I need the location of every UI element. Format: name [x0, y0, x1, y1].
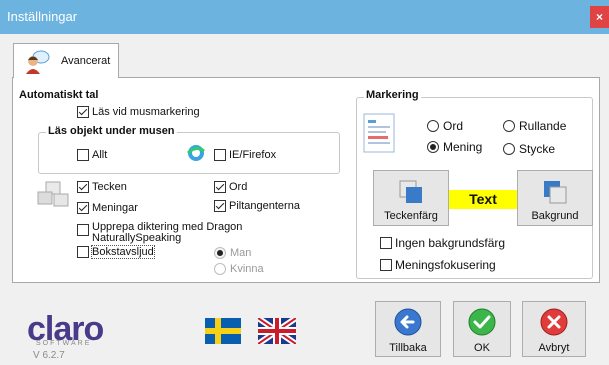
check-icon [468, 308, 496, 336]
text-color-icon [399, 180, 422, 203]
checkbox-box [214, 200, 226, 212]
checkbox-box [77, 224, 89, 236]
markering-ord-radio[interactable]: Ord [427, 119, 463, 133]
button-label: OK [474, 342, 490, 354]
background-color-icon [544, 181, 567, 204]
checkbox-label: IE/Firefox [229, 149, 277, 161]
stycke-radio[interactable]: Stycke [503, 142, 555, 156]
checkbox-box [214, 181, 226, 193]
radio-label: Rullande [519, 119, 567, 133]
bakgrund-button[interactable]: Bakgrund [517, 170, 593, 226]
objekt-group-title: Läs objekt under musen [46, 125, 177, 137]
radio-circle [427, 120, 439, 132]
radio-label: Stycke [519, 142, 556, 156]
tillbaka-button[interactable]: Tillbaka [375, 301, 441, 357]
kvinna-radio[interactable]: Kvinna [214, 263, 264, 275]
radio-label: Mening [443, 140, 483, 154]
radio-circle [503, 120, 515, 132]
window-title: Inställningar [7, 9, 78, 24]
rullande-radio[interactable]: Rullande [503, 119, 566, 133]
tecken-checkbox[interactable]: Tecken [77, 181, 127, 193]
markering-title: Markering [364, 89, 421, 101]
checkbox-box [77, 202, 89, 214]
radio-circle [427, 141, 439, 153]
user-speech-icon [26, 50, 50, 74]
checkbox-label: Meningsfokusering [395, 258, 496, 272]
bokstavsljud-checkbox[interactable]: Bokstavsljud [77, 245, 155, 259]
checkbox-box [77, 246, 89, 258]
radio-circle [214, 247, 226, 259]
checkbox-label: Meningar [92, 202, 138, 214]
ok-button[interactable]: OK [453, 301, 511, 357]
auto-speech-title: Automatiskt tal [17, 89, 101, 101]
checkbox-label: Ord [229, 181, 248, 193]
checkbox-label: Allt [92, 149, 108, 161]
ord-checkbox[interactable]: Ord [214, 181, 247, 193]
upprepa-line2: NaturallySpeaking [92, 232, 182, 244]
close-button[interactable]: × [590, 6, 609, 28]
back-arrow-icon [394, 308, 422, 336]
mening-radio[interactable]: Mening [427, 140, 482, 154]
allt-checkbox[interactable]: Allt [77, 149, 107, 161]
checkbox-label: Piltangenterna [229, 200, 300, 212]
ingen-bakgrundsfarg-checkbox[interactable]: Ingen bakgrundsfärg [380, 236, 505, 250]
teckenfarg-button[interactable]: Teckenfärg [373, 170, 449, 226]
checkbox-box [77, 181, 89, 193]
claro-logo-subtitle: SOFTWARE [36, 340, 92, 347]
tab-label: Avancerat [61, 55, 111, 67]
ie-firefox-checkbox[interactable]: IE/Firefox [214, 149, 276, 161]
las-vid-musmarkering-checkbox[interactable]: Läs vid musmarkering [77, 106, 200, 118]
keyboard-keys-icon [37, 181, 69, 207]
checkbox-box [380, 259, 392, 271]
version-label: V 6.2.7 [33, 350, 65, 361]
checkbox-label: Ingen bakgrundsfärg [395, 236, 506, 250]
checkbox-label: Tecken [92, 181, 127, 193]
man-radio[interactable]: Man [214, 247, 251, 259]
highlight-sample: Text [449, 190, 517, 209]
checkbox-box [77, 149, 89, 161]
cancel-x-icon [540, 308, 568, 336]
button-label: Teckenfärg [384, 210, 438, 222]
browser-icon [186, 145, 205, 161]
radio-circle [214, 263, 226, 275]
checkbox-box [380, 237, 392, 249]
radio-circle [503, 143, 515, 155]
meningsfokusering-checkbox[interactable]: Meningsfokusering [380, 258, 496, 272]
uk-flag-icon[interactable] [258, 318, 296, 344]
avbryt-button[interactable]: Avbryt [522, 301, 586, 357]
checkbox-label: Läs vid musmarkering [92, 106, 200, 118]
button-label: Tillbaka [389, 342, 427, 354]
radio-label: Man [230, 247, 252, 259]
upprepa-dragon-checkbox[interactable]: Upprepa diktering med Dragon NaturallySp… [77, 222, 242, 244]
checkbox-label: Bokstavsljud [91, 245, 155, 259]
checkbox-label: Upprepa diktering med Dragon NaturallySp… [92, 222, 242, 244]
radio-label: Kvinna [230, 263, 264, 275]
piltangenterna-checkbox[interactable]: Piltangenterna [214, 200, 300, 212]
checkbox-box [77, 106, 89, 118]
tab-avancerat[interactable]: Avancerat [13, 43, 119, 78]
document-icon [363, 113, 395, 153]
button-label: Bakgrund [531, 210, 579, 222]
radio-label: Ord [443, 119, 464, 133]
button-label: Avbryt [538, 342, 570, 354]
swedish-flag-icon[interactable] [205, 318, 241, 344]
meningar-checkbox[interactable]: Meningar [77, 202, 138, 214]
checkbox-box [214, 149, 226, 161]
titlebar: Inställningar [0, 0, 609, 34]
